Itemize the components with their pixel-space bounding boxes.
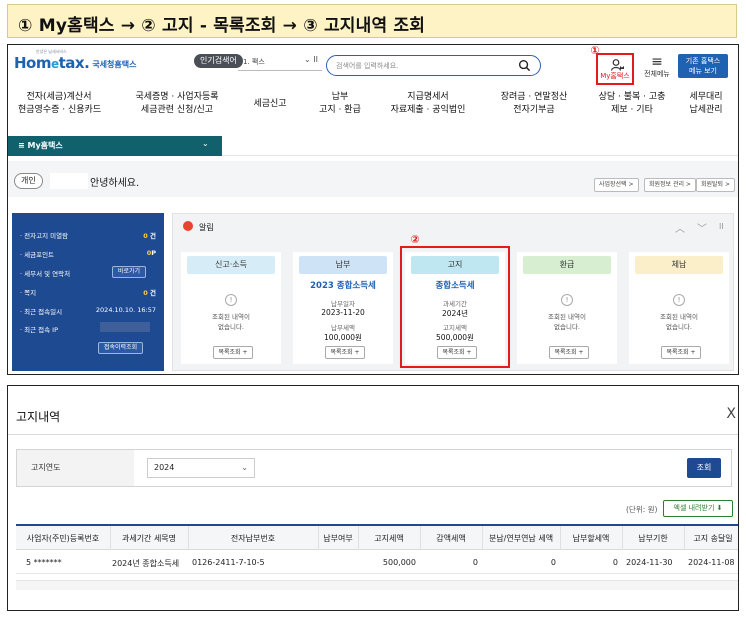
greeting-text: 안녕하세요. — [90, 178, 140, 189]
chevron-down-icon: ⌄ — [241, 463, 248, 472]
info-icon: ! — [225, 294, 237, 306]
alert-card-filing: 신고·소득 ! 조회된 내역이 없습니다. 목록조회 + — [181, 252, 281, 364]
nav-item-e-invoice[interactable]: 전자(세금)계산서 현금영수증 · 신용카드 — [18, 91, 101, 117]
list-query-button[interactable]: 목록조회 + — [213, 346, 253, 359]
year-select[interactable]: 2024 ⌄ — [147, 458, 255, 478]
notice-table: 사업자(주민)등록번호 과세기간 세목명 전자납부번호 납부여부 고지세액 감액… — [16, 524, 738, 590]
nav-item-tax-agent[interactable]: 세무대리 납세관리 — [678, 91, 734, 117]
card-title: 2023 종합소득세 — [310, 281, 376, 291]
notice-detail-screenshot: 고지내역 X 고지연도 2024 ⌄ 조회 (단위: 원) 엑셀 내려받기 ⬇ … — [7, 385, 739, 611]
logo-wordmark: Hometax. — [14, 54, 90, 72]
search-input[interactable] — [336, 59, 506, 72]
col-installment: 분납/연부연납 세액 — [488, 534, 554, 543]
alert-card-arrears: 체납 ! 조회된 내역이 없습니다. 목록조회 + — [629, 252, 729, 364]
alert-panel: 알림 ︿ ﹀ II ② 신고·소득 ! 조회된 내역이 없습니다. 목록조회 +… — [172, 213, 734, 371]
info-unread-notice[interactable]: · 전자고지 미열람 — [20, 230, 68, 240]
alert-title: 알림 — [199, 223, 214, 232]
query-button[interactable]: 조회 — [687, 458, 721, 478]
popular-search-badge: 인기검색어 — [194, 54, 243, 68]
user-name-mask — [50, 173, 88, 189]
my-hometax-subbar[interactable]: ≡ My홈택스 ⌄ — [8, 136, 738, 156]
info-messages[interactable]: · 쪽지 — [20, 287, 36, 297]
info-icon: ! — [561, 294, 573, 306]
alert-card-refund: 환급 ! 조회된 내역이 없습니다. 목록조회 + — [517, 252, 617, 364]
user-type-tag: 개인 — [14, 173, 43, 189]
table-row[interactable]: 5 ******* 2024년 종합소득세 0126-2411-7-10-5 5… — [16, 552, 738, 574]
search-icon[interactable] — [518, 59, 531, 72]
col-paid: 납부여부 — [323, 534, 353, 543]
col-reduced-amount: 감액세액 — [436, 534, 466, 543]
logo-subtitle: 국세청홈택스 — [92, 60, 137, 69]
search-box[interactable] — [326, 55, 541, 76]
col-period-tax: 과세기간 세목명 — [121, 534, 177, 543]
ip-mask — [100, 322, 150, 332]
card-head-refund[interactable]: 환급 — [523, 256, 611, 274]
step-2-callout: ② — [410, 233, 420, 246]
list-query-button[interactable]: 목록조회 + — [549, 346, 589, 359]
my-hometax-button[interactable]: My홈택스 — [596, 53, 634, 85]
last-login-value: 2024.10.10. 16:57 — [95, 306, 156, 314]
col-notice-amount: 고지세액 — [374, 534, 404, 543]
col-amount-due: 납부할세액 — [572, 534, 610, 543]
chevron-down-icon: ⌄ — [202, 139, 209, 148]
shortcut-button[interactable]: 바로가기 — [112, 266, 147, 278]
horizontal-scrollbar[interactable] — [16, 580, 738, 590]
hamburger-icon: ≡ — [651, 54, 663, 70]
chevron-up-icon[interactable]: ︿ — [675, 220, 685, 235]
popular-search-underline — [238, 70, 322, 71]
nav-item-consulting[interactable]: 상담 · 불복 · 고충 제보 · 기타 — [592, 91, 672, 117]
notice-detail-title: 고지내역 — [16, 410, 61, 424]
pause-icon[interactable]: II — [719, 222, 724, 231]
member-info-link[interactable]: 회원정보 관리 > — [644, 178, 696, 192]
col-reg-no: 사업자(주민)등록번호 — [26, 534, 100, 543]
withdraw-link[interactable]: 회원탈퇴 > — [696, 178, 736, 192]
user-icon — [610, 59, 624, 71]
top-header: 안녕은 납세서비스 Hometax. 국세청홈택스 인기검색어 1. 팩스 ⌄ … — [8, 45, 738, 87]
info-icon: ! — [673, 294, 685, 306]
main-nav: 전자(세금)계산서 현금영수증 · 신용카드 국세증명 · 사업자등록 세금관련 신… — [8, 89, 738, 125]
nav-item-tax-filing[interactable]: 세금신고 — [240, 98, 300, 111]
info-last-login: · 최근 접속일시 — [20, 308, 63, 316]
card-head-payment[interactable]: 납부 — [299, 256, 387, 274]
card-head-arrears[interactable]: 체납 — [635, 256, 723, 274]
info-last-ip: · 최근 접속 IP — [20, 326, 59, 334]
all-menu-button[interactable]: ≡ 전체메뉴 — [640, 55, 674, 83]
my-hometax-label: My홈택스 — [600, 72, 630, 80]
notice-card-highlight — [400, 246, 510, 368]
nav-item-certificates[interactable]: 국세증명 · 사업자등록 세금관련 신청/신고 — [126, 91, 228, 117]
col-delivery-date: 고지 송달일 — [693, 534, 733, 543]
alert-card-payment: 납부 2023 종합소득세 납부일자 2023-11-20 납부세액 100,0… — [293, 252, 393, 364]
business-select-link[interactable]: 사업장선택 > — [594, 178, 639, 192]
chevron-down-icon[interactable]: ﹀ — [697, 220, 707, 235]
col-due-date: 납부기한 — [638, 534, 668, 543]
info-tax-office: · 세무서 및 연락처 — [20, 270, 71, 278]
popular-search-item[interactable]: 1. 팩스 — [243, 57, 265, 67]
col-e-pay-no: 전자납부번호 — [230, 534, 276, 543]
account-summary-panel: · 전자고지 미열람 0 건 · 세금포인트 0P · 세무서 및 연락처 바로… — [12, 213, 164, 371]
list-query-button[interactable]: 목록조회 + — [661, 346, 701, 359]
bell-icon — [183, 221, 193, 231]
close-icon[interactable]: X — [726, 406, 736, 422]
logo-tagline: 안녕은 납세서비스 — [36, 49, 67, 54]
instruction-banner: ① My홈택스 → ② 고지 - 목록조회 → ③ 고지내역 조회 — [7, 4, 737, 38]
search-filter: 고지연도 2024 ⌄ 조회 — [16, 449, 732, 487]
all-menu-label: 전체메뉴 — [644, 70, 670, 78]
nav-item-payment[interactable]: 납부 고지 · 환급 — [308, 91, 372, 117]
table-header: 사업자(주민)등록번호 과세기간 세목명 전자납부번호 납부여부 고지세액 감액… — [16, 526, 738, 550]
filter-label: 고지연도 — [17, 450, 134, 486]
card-head-filing[interactable]: 신고·소득 — [187, 256, 275, 274]
unit-label: (단위: 원) — [626, 505, 658, 514]
greeting-bar: 개인 안녕하세요. 사업장선택 > 회원정보 관리 > 회원탈퇴 > — [8, 161, 738, 197]
popular-search-controls[interactable]: ⌄ II — [304, 55, 318, 64]
info-tax-points[interactable]: · 세금포인트 — [20, 249, 54, 259]
list-query-button[interactable]: 목록조회 + — [325, 346, 365, 359]
excel-download-button[interactable]: 엑셀 내려받기 ⬇ — [663, 500, 733, 517]
hometax-main-screenshot: 안녕은 납세서비스 Hometax. 국세청홈택스 인기검색어 1. 팩스 ⌄ … — [7, 44, 739, 375]
hometax-logo[interactable]: 안녕은 납세서비스 Hometax. 국세청홈택스 — [14, 49, 137, 72]
nav-item-incentives[interactable]: 장려금 · 연말정산 전자기부금 — [486, 91, 582, 117]
subbar-label: ≡ My홈택스 — [18, 141, 63, 150]
login-history-button[interactable]: 접속이력조회 — [98, 342, 144, 354]
nav-item-statements[interactable]: 지급명세서 자료제출 · 공익법인 — [378, 91, 478, 117]
legacy-menu-button[interactable]: 기존 홈택스 메뉴 보기 — [678, 54, 728, 78]
